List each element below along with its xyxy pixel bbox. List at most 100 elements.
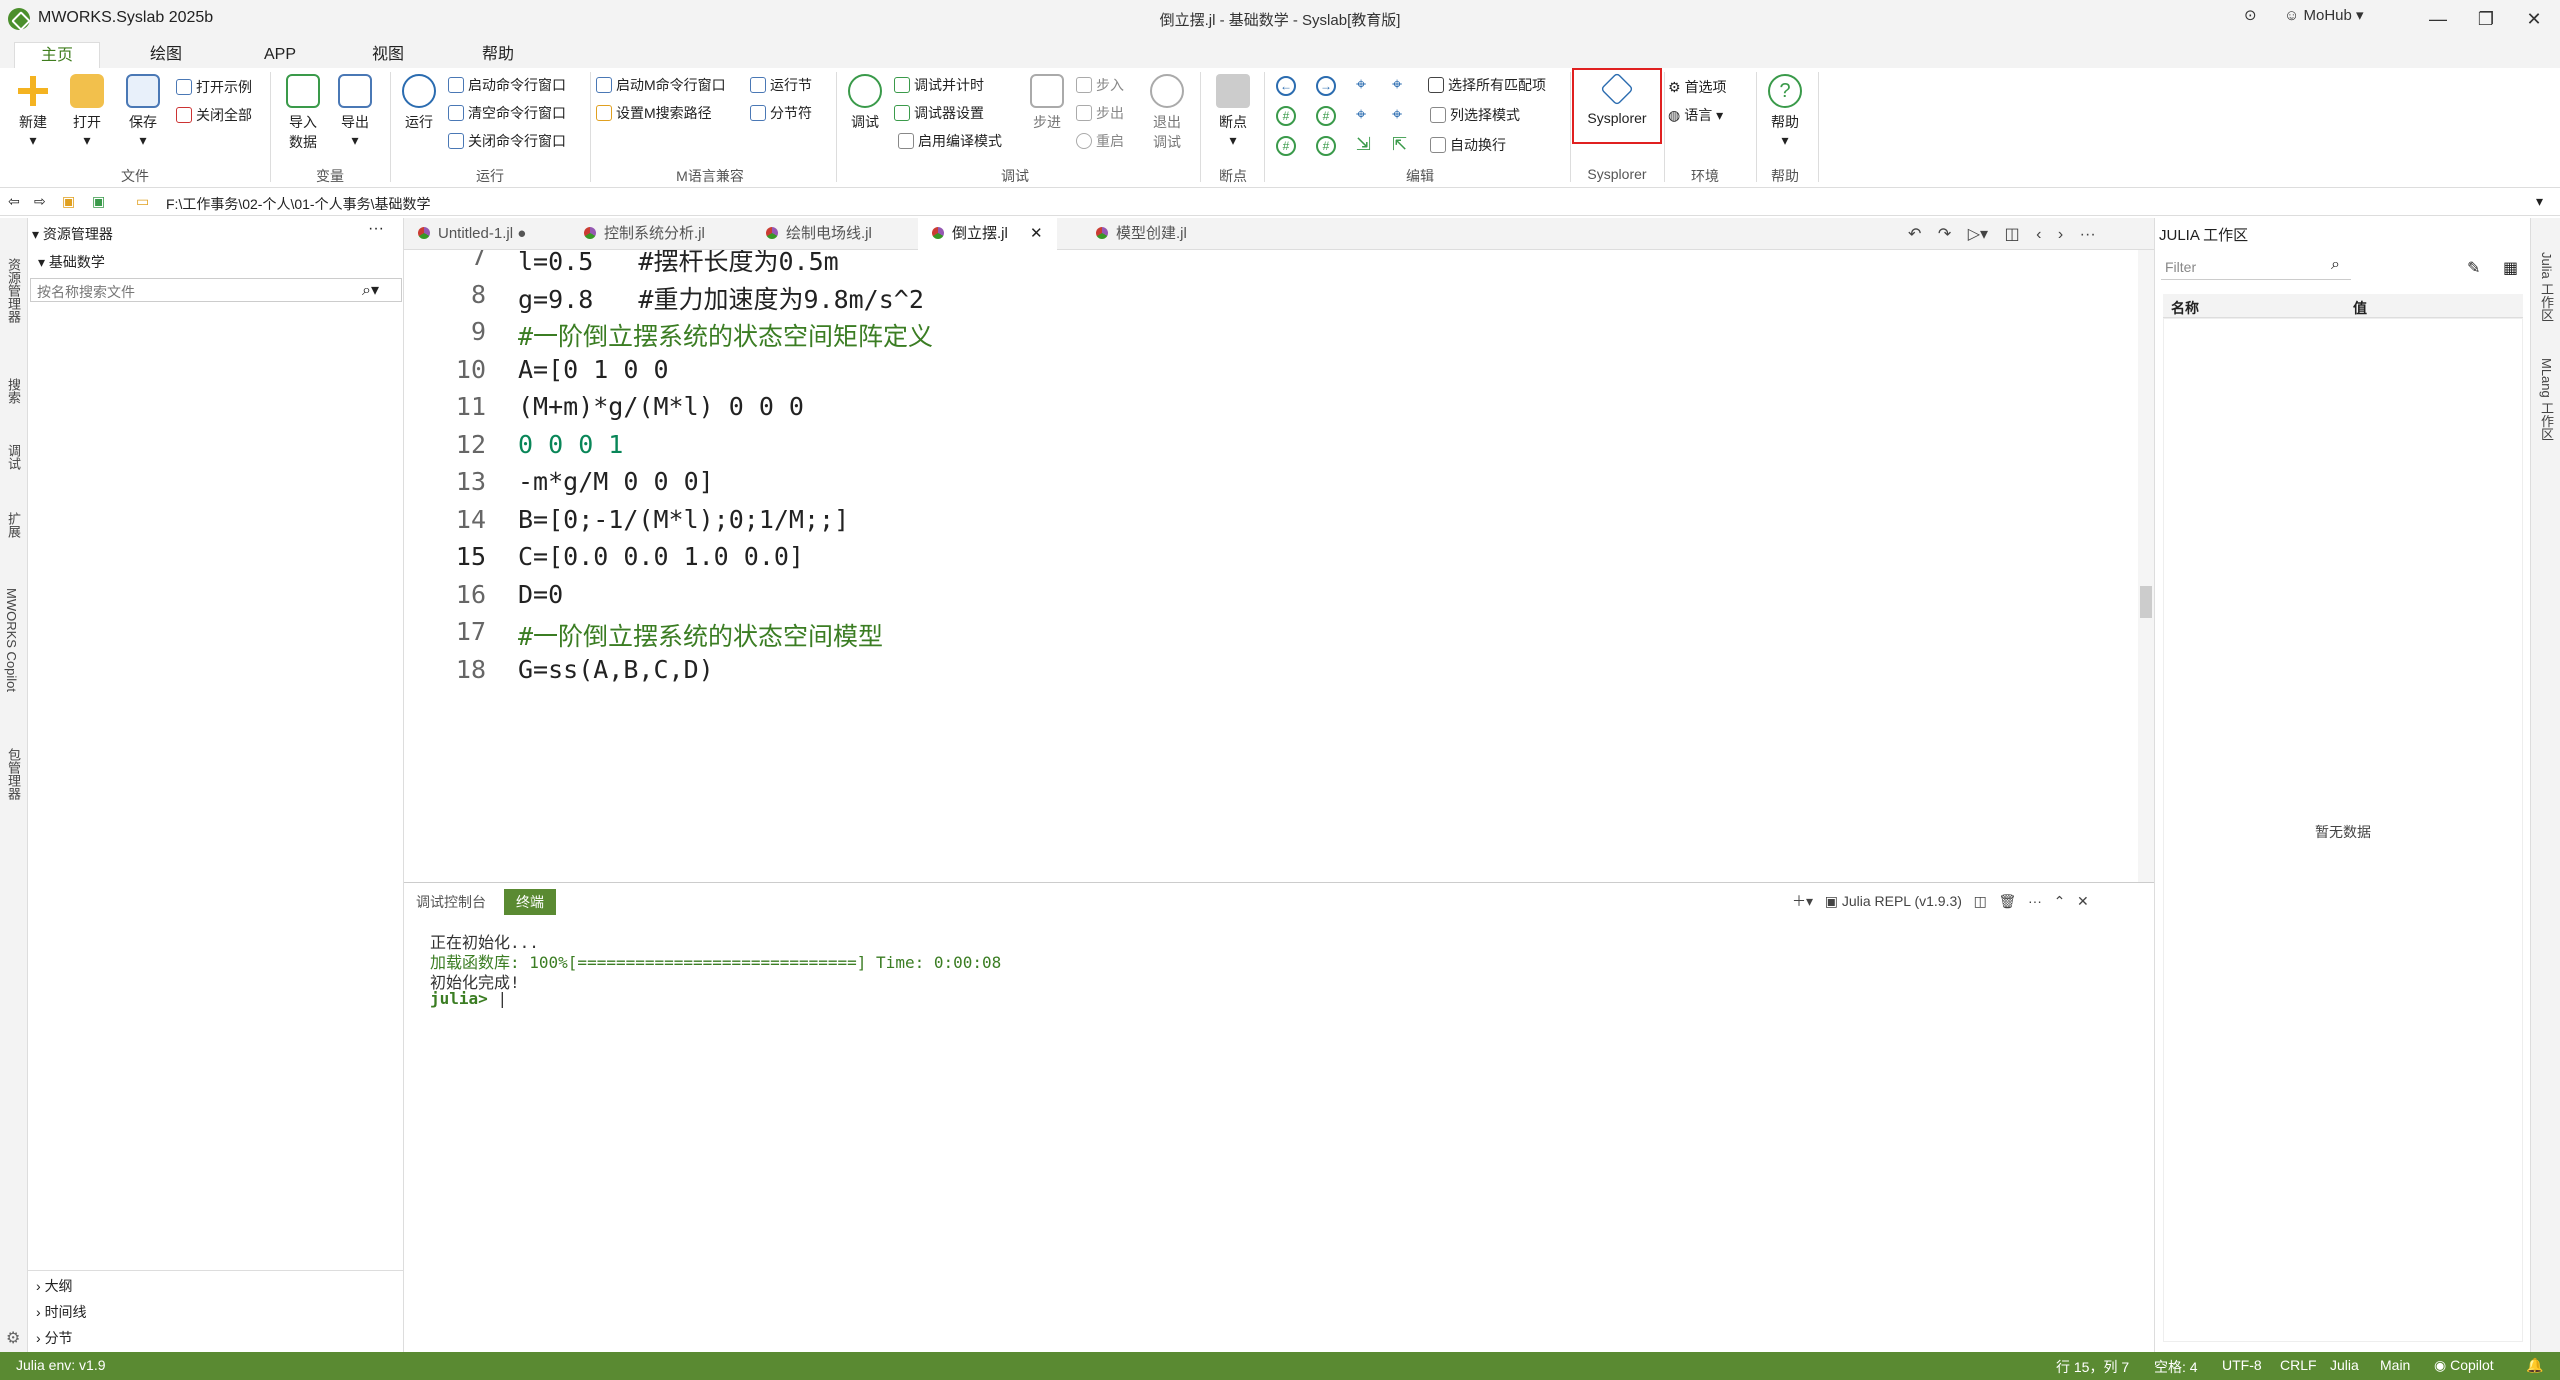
close-tab-icon[interactable]: ✕ <box>1030 225 1043 242</box>
next-bookmark-icon[interactable]: ⌖ <box>1392 104 1402 125</box>
status-copilot[interactable]: ◉ Copilot <box>2434 1357 2494 1374</box>
user-menu[interactable]: ☺ MoHub ▾ <box>2284 6 2364 24</box>
clear-workspace-icon[interactable]: ✎ <box>2467 258 2480 278</box>
right-tab-julia-workspace[interactable]: Julia 工作区 <box>2537 252 2556 321</box>
undo-icon[interactable]: ↶ <box>1908 226 1921 243</box>
comment-icon[interactable]: # <box>1276 106 1296 126</box>
start-cmd-button[interactable]: 启动命令行窗口 <box>448 74 566 96</box>
section-outline[interactable]: › 大纲 <box>36 1276 73 1296</box>
more-icon[interactable]: ··· <box>2080 226 2096 243</box>
more-actions-icon[interactable]: ··· <box>368 220 384 238</box>
import-bookmark-icon[interactable]: ⇲ <box>1356 134 1371 155</box>
step-out-button[interactable]: 步出 <box>1076 102 1124 124</box>
export-button[interactable]: 导出 ▾ <box>328 74 382 149</box>
maximize-button[interactable]: ❐ <box>2468 6 2504 32</box>
editor-scrollbar[interactable] <box>2138 250 2154 882</box>
next-icon[interactable]: › <box>2058 226 2063 243</box>
redo-icon[interactable]: ↷ <box>1938 226 1951 243</box>
activity-search[interactable]: 搜索 <box>4 378 23 404</box>
menu-tab-home[interactable]: 主页 <box>14 42 101 68</box>
menu-tab-app[interactable]: APP <box>238 42 322 68</box>
minimize-button[interactable]: — <box>2420 6 2456 32</box>
status-env[interactable]: Julia env: v1.9 <box>16 1357 106 1373</box>
search-icon[interactable]: ⌕ <box>2331 256 2340 274</box>
run-button[interactable]: 运行 <box>392 74 446 132</box>
open-button[interactable]: 打开 ▾ <box>60 74 114 149</box>
back-icon[interactable]: ⇦ <box>8 193 20 210</box>
right-tab-mlang-workspace[interactable]: MLang 工作区 <box>2537 358 2556 440</box>
compile-mode-checkbox[interactable]: 启用编译模式 <box>898 130 1002 152</box>
breakpoint-button[interactable]: 断点 ▾ <box>1206 74 1260 149</box>
tab-terminal[interactable]: 终端 <box>504 889 556 915</box>
uncomment-icon[interactable]: # <box>1316 106 1336 126</box>
new-button[interactable]: 新建 ▾ <box>6 74 60 149</box>
split-editor-icon[interactable]: ◫ <box>2005 226 2020 243</box>
start-m-cmd-button[interactable]: 启动M命令行窗口 <box>596 74 726 96</box>
current-path[interactable]: F:\工作事务\02-个人\01-个人事务\基础数学 <box>166 194 430 214</box>
step-in-button[interactable]: 步入 <box>1076 74 1124 96</box>
add-terminal-icon[interactable]: ＋▾ <box>1792 893 1813 909</box>
open-example-button[interactable]: 打开示例 <box>176 76 252 98</box>
word-wrap-checkbox[interactable]: 自动换行 <box>1430 134 1506 156</box>
maximize-panel-icon[interactable]: ⌃ <box>2054 893 2066 909</box>
folder-root[interactable]: ▾ 基础数学 <box>38 252 105 272</box>
forward-icon[interactable]: ⇨ <box>34 193 46 210</box>
bookmark-icon[interactable]: ⌖ <box>1356 74 1366 95</box>
debugger-settings-button[interactable]: 调试器设置 <box>894 102 984 124</box>
bookmark-search-icon[interactable]: ⌖ <box>1392 74 1402 95</box>
download-icon[interactable]: ⊙ <box>2244 6 2257 24</box>
menu-tab-plot[interactable]: 绘图 <box>124 42 208 68</box>
grid-view-icon[interactable]: ▦ <box>2503 258 2518 278</box>
tab-electric-field[interactable]: 绘制电场线.jl <box>752 218 886 250</box>
close-window-button[interactable]: ✕ <box>2516 6 2552 32</box>
column-name[interactable]: 名称 <box>2171 298 2199 318</box>
close-panel-icon[interactable]: ✕ <box>2077 893 2089 909</box>
tab-debug-console[interactable]: 调试控制台 <box>404 889 498 915</box>
import-data-button[interactable]: 导入 数据 <box>276 74 330 152</box>
select-all-matches-button[interactable]: 选择所有匹配项 <box>1428 74 1546 96</box>
close-all-button[interactable]: 关闭全部 <box>176 104 252 126</box>
nav-back-icon[interactable]: ← <box>1276 76 1296 96</box>
sysplorer-button[interactable]: Sysplorer <box>1578 72 1656 126</box>
indent-icon[interactable]: # <box>1276 136 1296 156</box>
close-cmd-button[interactable]: 关闭命令行窗口 <box>448 130 566 152</box>
prev-icon[interactable]: ‹ <box>2036 226 2041 243</box>
settings-gear-icon[interactable]: ⚙ <box>6 1328 20 1348</box>
column-value[interactable]: 值 <box>2353 298 2367 318</box>
clear-cmd-button[interactable]: 清空命令行窗口 <box>448 102 566 124</box>
section-break-button[interactable]: 分节符 <box>750 102 812 124</box>
trash-icon[interactable]: 🗑 <box>1999 893 2017 909</box>
set-m-path-button[interactable]: 设置M搜索路径 <box>596 102 712 124</box>
status-encoding[interactable]: UTF-8 <box>2222 1357 2262 1373</box>
column-mode-checkbox[interactable]: 列选择模式 <box>1430 104 1520 126</box>
status-indent[interactable]: 空格: 4 <box>2154 1357 2198 1377</box>
status-branch[interactable]: Main <box>2380 1357 2410 1373</box>
more-icon[interactable]: ··· <box>2028 893 2042 909</box>
export-bookmark-icon[interactable]: ⇱ <box>1392 134 1407 155</box>
path-dropdown-icon[interactable]: ▾ <box>2536 193 2543 210</box>
menu-tab-view[interactable]: 视图 <box>346 42 430 68</box>
tab-model-creation[interactable]: 模型创建.jl <box>1082 218 1201 250</box>
save-button[interactable]: 保存 ▾ <box>116 74 170 149</box>
exit-debug-button[interactable]: 退出 调试 <box>1140 74 1194 152</box>
restart-button[interactable]: 重启 <box>1076 130 1124 152</box>
activity-extensions[interactable]: 扩展 <box>4 512 23 538</box>
file-search-input[interactable]: 按名称搜索文件 <box>30 278 402 302</box>
code-area[interactable]: 7 l=0.5 #摆杆长度为0.5m 8 g=9.8 #重力加速度为9.8m/s… <box>404 250 2138 882</box>
notification-bell-icon[interactable]: 🔔 <box>2526 1357 2543 1374</box>
debug-timer-button[interactable]: 调试并计时 <box>894 74 984 96</box>
status-cursor-position[interactable]: 行 15，列 7 <box>2056 1357 2129 1377</box>
nav-forward-icon[interactable]: → <box>1316 76 1336 96</box>
activity-debug[interactable]: 调试 <box>4 444 23 470</box>
julia-prompt[interactable]: julia> | <box>430 989 507 1008</box>
tab-control-analysis[interactable]: 控制系统分析.jl <box>570 218 719 250</box>
section-timeline[interactable]: › 时间线 <box>36 1302 87 1322</box>
status-eol[interactable]: CRLF <box>2280 1357 2317 1373</box>
terminal-selector[interactable]: ▣ Julia REPL (v1.9.3) <box>1825 893 1962 909</box>
run-file-icon[interactable]: ▷▾ <box>1968 226 1988 243</box>
step-button[interactable]: 步进 <box>1020 74 1074 132</box>
menu-tab-help[interactable]: 帮助 <box>456 42 540 68</box>
refresh-folder-icon[interactable]: ▣ <box>92 193 105 210</box>
tab-untitled-1[interactable]: Untitled-1.jl ● <box>404 218 540 250</box>
preferences-button[interactable]: ⚙ 首选项 <box>1668 76 1727 98</box>
